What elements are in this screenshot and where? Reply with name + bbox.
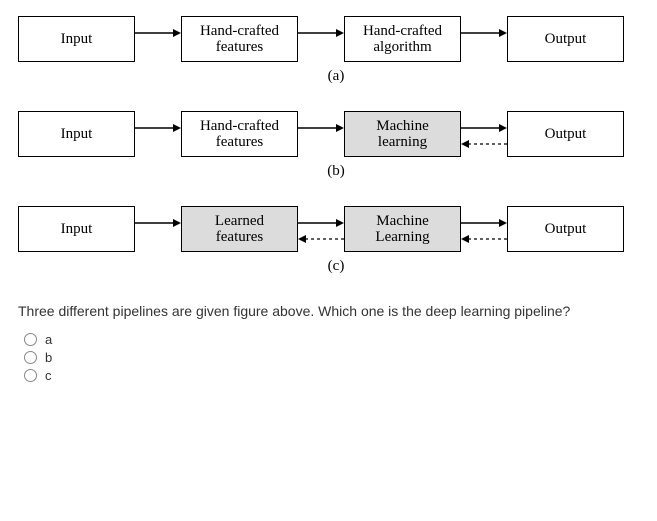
pipeline-c: Input Learnedfeatures MachineLearning Outpu… [18,206,639,252]
pipeline-box: Output [507,206,624,252]
option-label: c [45,368,52,383]
arrow-gap [135,17,181,61]
box-line1: Output [545,126,587,143]
box-line1: Machine [376,213,428,230]
options-group: abc [18,332,639,383]
pipeline-box: Hand-craftedalgorithm [344,16,461,62]
radio-icon[interactable] [24,333,37,346]
box-line2: Learning [375,229,429,246]
pipeline-box: Input [18,206,135,252]
pipelines-figure: InputHand-craftedfeaturesHand-craftedalg… [18,16,639,275]
option-b[interactable]: b [24,350,639,365]
arrow-gap [298,112,344,156]
pipeline-box: Input [18,111,135,157]
pipeline-box: Hand-craftedfeatures [181,111,298,157]
box-line1: Hand-crafted [200,118,279,135]
pipeline-caption: (b) [18,163,654,180]
box-line1: Input [61,31,93,48]
pipeline-b: Input Hand-craftedfeatures Machinelearning… [18,111,639,157]
pipeline-box: Hand-craftedfeatures [181,16,298,62]
box-line2: features [216,229,263,246]
box-line2: features [216,134,263,151]
box-line1: Input [61,221,93,238]
option-label: a [45,332,52,347]
question-text: Three different pipelines are given figu… [18,301,618,322]
box-line1: Output [545,31,587,48]
pipeline-box: Output [507,111,624,157]
box-line2: features [216,39,263,56]
pipeline-box: Input [18,16,135,62]
arrow-gap [135,112,181,156]
pipeline-caption: (c) [18,258,654,275]
arrow-gap [461,112,507,156]
arrow-gap [298,207,344,251]
pipeline-caption: (a) [18,68,654,85]
box-line1: Input [61,126,93,143]
box-line1: Output [545,221,587,238]
arrow-gap [298,17,344,61]
radio-icon[interactable] [24,351,37,364]
pipeline-box: Machinelearning [344,111,461,157]
box-line2: learning [378,134,427,151]
arrow-gap [461,17,507,61]
pipeline-box: Learnedfeatures [181,206,298,252]
option-c[interactable]: c [24,368,639,383]
pipeline-box: Output [507,16,624,62]
box-line1: Machine [376,118,428,135]
box-line2: algorithm [373,39,431,56]
option-a[interactable]: a [24,332,639,347]
box-line1: Hand-crafted [200,23,279,40]
pipeline-a: InputHand-craftedfeaturesHand-craftedalg… [18,16,639,62]
arrow-gap [135,207,181,251]
option-label: b [45,350,52,365]
arrow-gap [461,207,507,251]
pipeline-box: MachineLearning [344,206,461,252]
radio-icon[interactable] [24,369,37,382]
box-line1: Hand-crafted [363,23,442,40]
box-line1: Learned [215,213,264,230]
